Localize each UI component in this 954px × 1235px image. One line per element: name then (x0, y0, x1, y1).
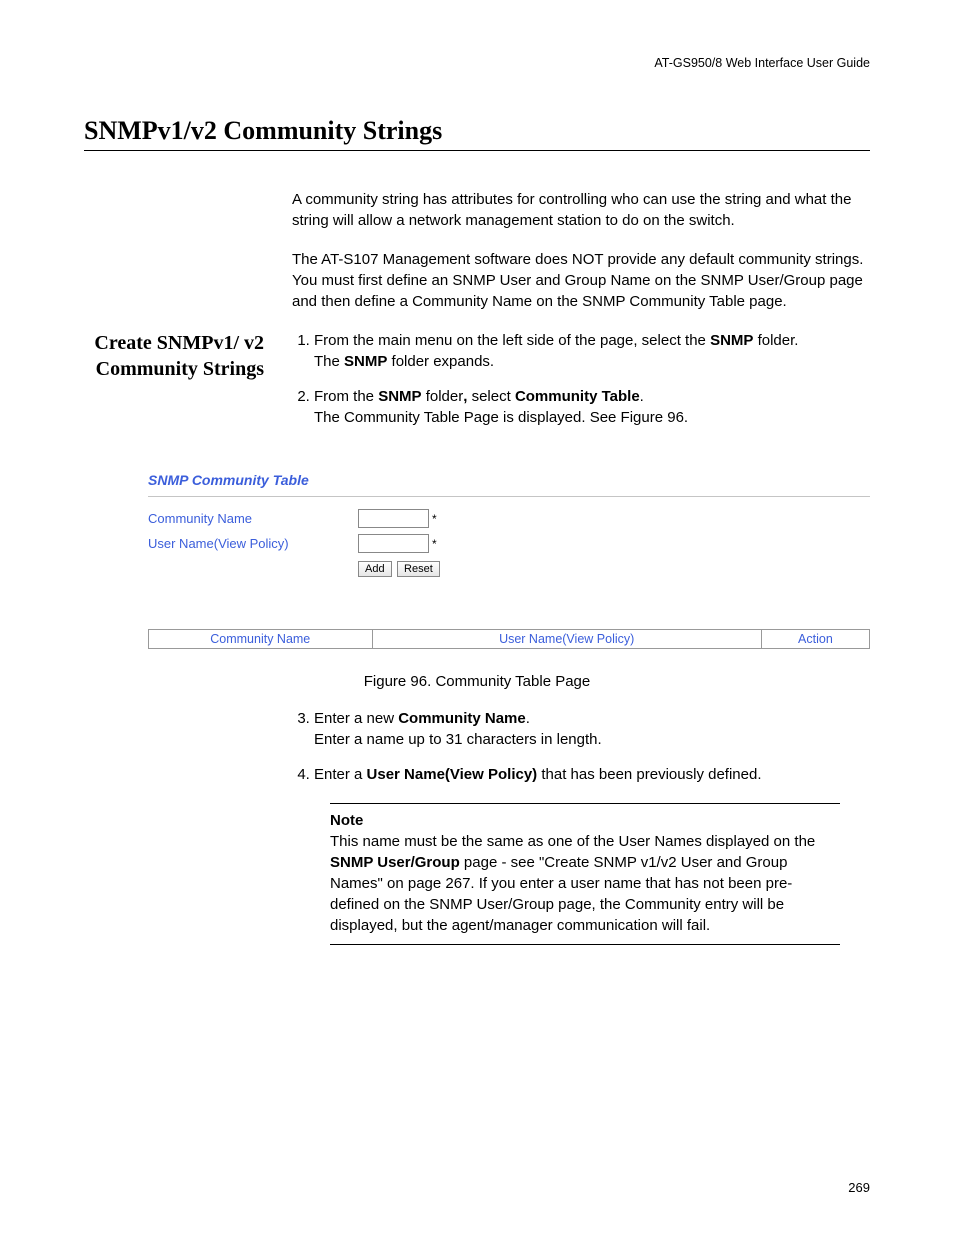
side-heading: Create SNMPv1/ v2 Community Strings (84, 330, 264, 382)
step-3: Enter a new Community Name. Enter a name… (314, 708, 870, 750)
note-text-bold: SNMP User/Group (330, 854, 460, 871)
input-user-name[interactable] (358, 534, 429, 553)
procedure-block: Create SNMPv1/ v2 Community Strings From… (84, 330, 870, 442)
step-1: From the main menu on the left side of t… (314, 330, 870, 372)
intro-paragraph-2: The AT-S107 Management software does NOT… (292, 249, 870, 312)
col-user-name: User Name(View Policy) (372, 630, 761, 649)
note-block: Note This name must be the same as one o… (330, 803, 840, 945)
add-button[interactable]: Add (358, 561, 392, 577)
figure-button-row: Add Reset (358, 559, 870, 577)
page-number: 269 (848, 1180, 870, 1195)
input-community-name[interactable] (358, 509, 429, 528)
label-user-name: User Name(View Policy) (148, 536, 358, 551)
figure-title: SNMP Community Table (148, 472, 870, 488)
steps-continued: Enter a new Community Name. Enter a name… (84, 708, 870, 945)
title-rule (84, 150, 870, 151)
figure-rule (148, 496, 870, 497)
figure-caption: Figure 96. Community Table Page (84, 673, 870, 690)
form-row-community: Community Name * (148, 509, 870, 528)
step-2: From the SNMP folder, select Community T… (314, 386, 870, 428)
intro-paragraph-1: A community string has attributes for co… (292, 189, 870, 231)
document-header: AT-GS950/8 Web Interface User Guide (84, 56, 870, 70)
note-label: Note (330, 810, 840, 831)
document-page: AT-GS950/8 Web Interface User Guide SNMP… (0, 0, 954, 1235)
col-community-name: Community Name (149, 630, 373, 649)
col-action: Action (761, 630, 869, 649)
required-star: * (432, 512, 437, 526)
note-text-pre: This name must be the same as one of the… (330, 833, 815, 850)
form-row-user: User Name(View Policy) * (148, 534, 870, 553)
step-4: Enter a User Name(View Policy) that has … (314, 764, 870, 785)
reset-button[interactable]: Reset (397, 561, 440, 577)
required-star: * (432, 537, 437, 551)
step-list: From the main menu on the left side of t… (292, 330, 870, 428)
community-table: Community Name User Name(View Policy) Ac… (148, 629, 870, 649)
intro-block: A community string has attributes for co… (84, 189, 870, 330)
step-list-continued: Enter a new Community Name. Enter a name… (292, 708, 870, 785)
figure-96: SNMP Community Table Community Name * Us… (84, 472, 870, 649)
page-title: SNMPv1/v2 Community Strings (84, 116, 870, 146)
label-community-name: Community Name (148, 511, 358, 526)
